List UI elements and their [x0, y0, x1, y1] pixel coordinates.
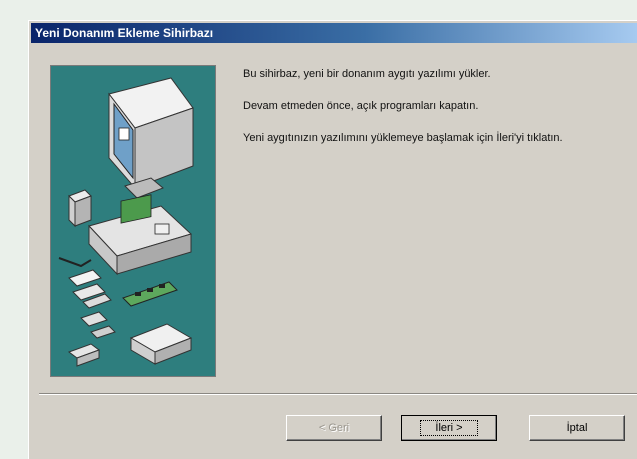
wizard-window: Yeni Donanım Ekleme Sihirbazı Bu sihirba…	[28, 20, 637, 459]
expansion-card-icon	[68, 269, 112, 309]
back-button[interactable]: < Geri	[286, 415, 382, 441]
cancel-button[interactable]: İptal	[529, 415, 625, 441]
modem-box-icon	[68, 189, 92, 228]
next-button[interactable]: İleri >	[401, 415, 497, 441]
button-separator	[39, 393, 637, 395]
drive-icon	[67, 343, 101, 367]
network-device-icon	[129, 323, 193, 365]
next-instruction-paragraph: Yeni aygıtınızın yazılımını yüklemeye ba…	[243, 132, 563, 144]
close-programs-paragraph: Devam etmeden önce, açık programları kap…	[243, 100, 479, 112]
next-button-label: İleri >	[420, 420, 478, 436]
circuit-board-icon	[122, 281, 178, 307]
intro-paragraph: Bu sihirbaz, yeni bir donanım aygıtı yaz…	[243, 68, 491, 80]
computer-case-icon	[88, 194, 192, 276]
wizard-text: Bu sihirbaz, yeni bir donanım aygıtı yaz…	[243, 67, 623, 163]
window-title[interactable]: Yeni Donanım Ekleme Sihirbazı	[31, 23, 637, 43]
chip-icon	[80, 311, 116, 339]
monitor-icon	[108, 77, 194, 199]
hardware-illustration-icon	[50, 65, 216, 377]
